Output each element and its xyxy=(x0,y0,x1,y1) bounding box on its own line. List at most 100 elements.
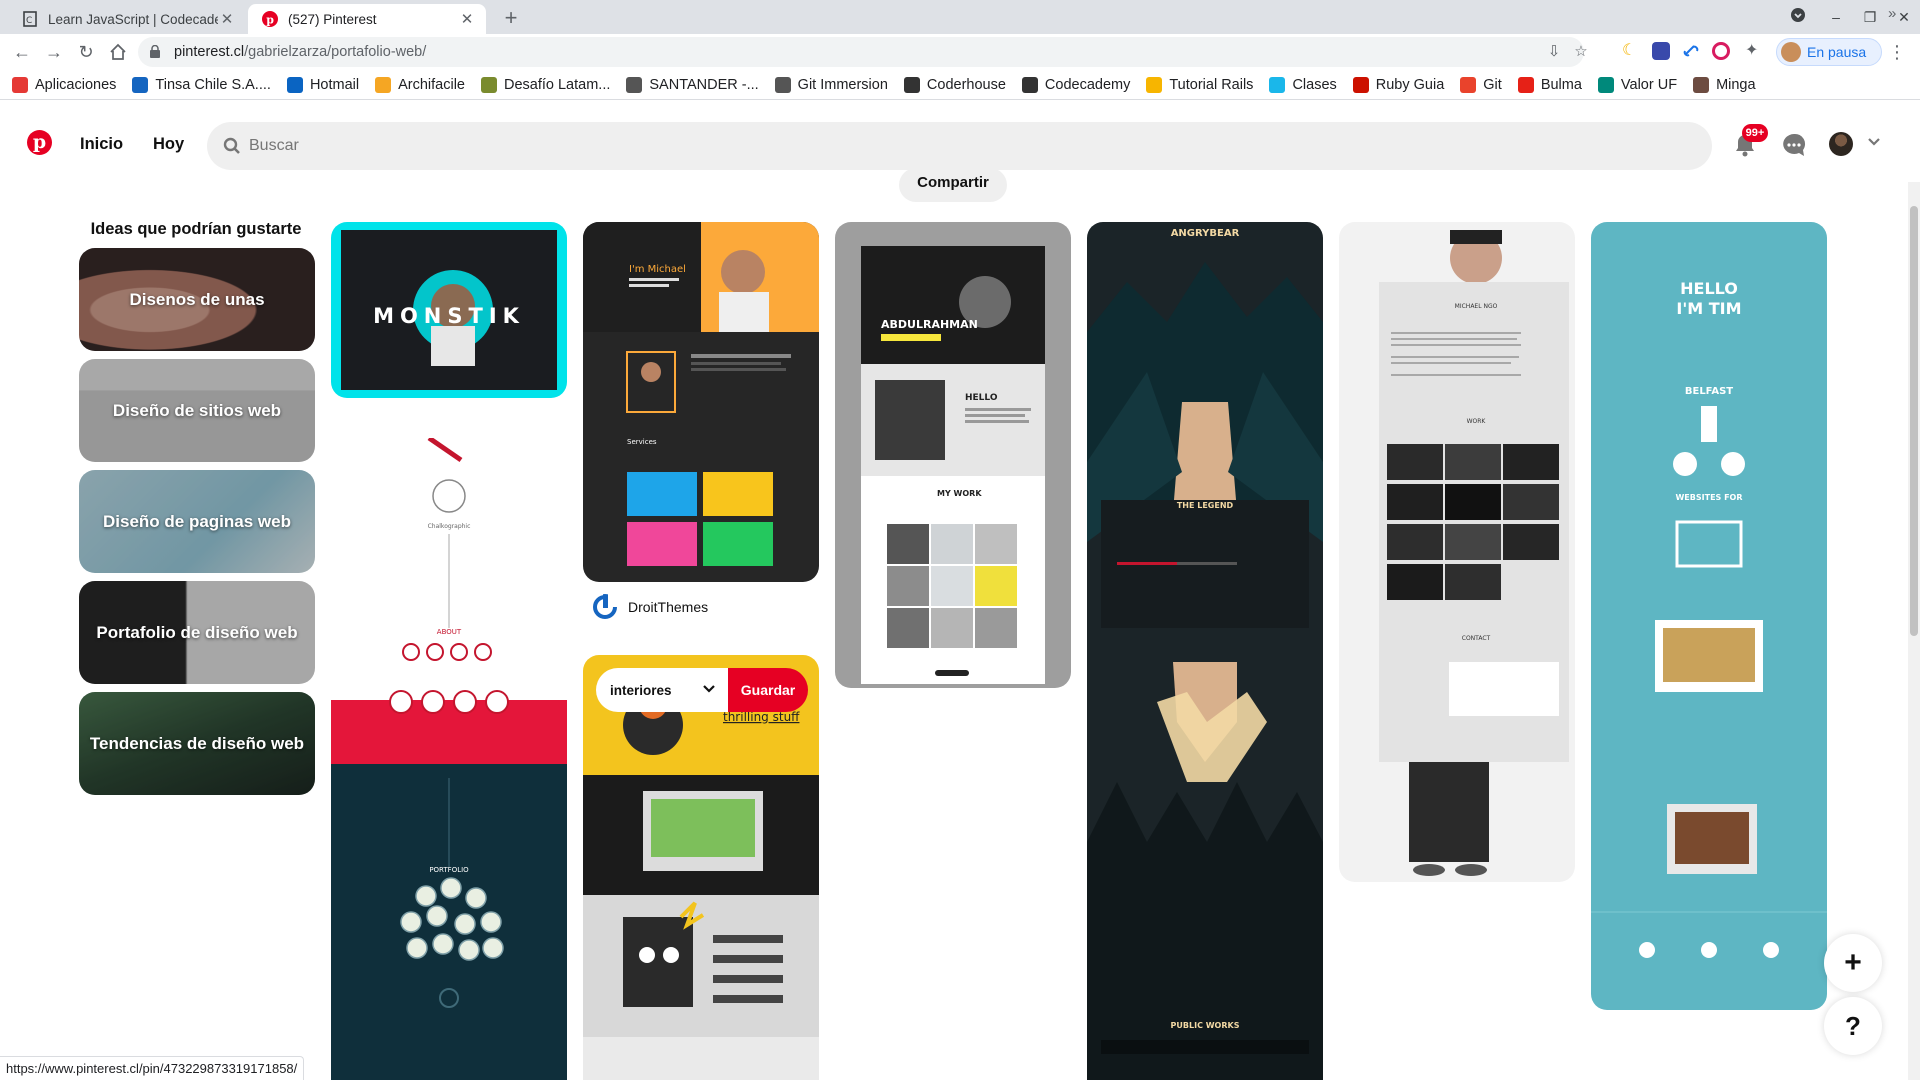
restore-icon[interactable]: ❐ xyxy=(1860,7,1880,27)
chevron-down-icon xyxy=(703,685,715,693)
messages-icon[interactable] xyxy=(1781,132,1807,158)
puzzle-extensions-icon[interactable]: ✦ xyxy=(1745,42,1763,60)
bookmark-item[interactable]: Archifacile xyxy=(375,76,465,93)
bookmark-item[interactable]: Aplicaciones xyxy=(12,76,117,93)
profile-avatar xyxy=(1781,42,1801,62)
pin-section-label: Services xyxy=(627,438,657,446)
more-bookmarks-icon[interactable]: » xyxy=(1888,5,1896,22)
pin-headline: MICHAEL NGO xyxy=(1455,303,1498,310)
url-host: pinterest.cl xyxy=(174,44,245,60)
reload-icon[interactable]: ↻ xyxy=(74,40,98,64)
pinterest-logo-icon[interactable]: p xyxy=(27,130,52,155)
tinsa-icon xyxy=(132,76,149,93)
pin-headline: I'm Michael xyxy=(629,264,686,275)
pin-headline: MONSTIK xyxy=(373,304,525,328)
idea-label: Disenos de unas xyxy=(79,248,315,351)
browser-menu-icon[interactable]: ⋮ xyxy=(1888,42,1906,62)
idea-card-portfolio[interactable]: Portafolio de diseño web xyxy=(79,581,315,684)
home-icon[interactable] xyxy=(106,40,130,64)
link-extension-icon[interactable] xyxy=(1682,42,1700,60)
bookmark-item[interactable]: Desafío Latam... xyxy=(480,76,611,93)
search-input[interactable]: Buscar xyxy=(207,122,1712,170)
share-button[interactable]: Compartir xyxy=(899,168,1007,202)
board-select[interactable]: interiores xyxy=(596,668,728,712)
browser-toolbar: ← → ↻ pinterest.cl/gabrielzarza/portafol… xyxy=(0,34,1920,70)
bookmark-item[interactable]: Git Immersion xyxy=(774,76,888,93)
profile-button[interactable]: En pausa xyxy=(1776,38,1882,66)
idea-card-web-sites[interactable]: Diseño de sitios web xyxy=(79,359,315,462)
ruby-icon xyxy=(1352,76,1369,93)
pin-thrilling-stuff[interactable]: thrilling stuff xyxy=(583,655,819,1080)
tab-codecademy[interactable]: C Learn JavaScript | Codecademy ✕ xyxy=(8,4,246,34)
bookmark-star-icon[interactable]: ☆ xyxy=(1572,43,1590,61)
install-app-icon[interactable]: ⇩ xyxy=(1545,43,1563,61)
save-pin-button[interactable]: Guardar xyxy=(728,668,808,712)
pin-section-label: CONTACT xyxy=(1462,635,1491,642)
bookmark-label: Tinsa Chile S.A.... xyxy=(155,76,271,93)
bookmark-label: SANTANDER -... xyxy=(649,76,759,93)
share-label: Compartir xyxy=(917,174,989,191)
chevron-down-icon[interactable] xyxy=(1866,134,1882,150)
bookmark-item[interactable]: SANTANDER -... xyxy=(626,76,759,93)
bookmark-label: Valor UF xyxy=(1620,76,1678,93)
back-icon[interactable]: ← xyxy=(10,40,34,64)
pin-creator[interactable]: DroitThemes xyxy=(592,594,708,620)
bookmark-item[interactable]: Minga xyxy=(1693,76,1756,93)
droitthemes-logo-icon xyxy=(592,594,618,620)
board-select-value: interiores xyxy=(610,682,672,698)
bookmark-item[interactable]: Tutorial Rails xyxy=(1146,76,1253,93)
bookmark-item[interactable]: Codecademy xyxy=(1021,76,1131,93)
close-tab-icon[interactable]: ✕ xyxy=(218,10,236,28)
profile-status: En pausa xyxy=(1807,44,1867,60)
outlook-icon xyxy=(286,76,303,93)
valoruf-icon xyxy=(1597,76,1614,93)
stack-extension-icon[interactable] xyxy=(1652,42,1670,60)
pin-angrybear[interactable]: ANGRYBEAR THE LEGEND PUBLIC WORKS xyxy=(1087,222,1323,1080)
pin-section-label: ABOUT xyxy=(437,628,462,636)
pin-michael-portfolio[interactable]: I'm Michael Services xyxy=(583,222,819,582)
create-pin-button[interactable]: + xyxy=(1824,934,1882,992)
bookmark-item[interactable]: Ruby Guia xyxy=(1352,76,1444,93)
bookmark-item[interactable]: Bulma xyxy=(1517,76,1582,93)
pin-image: MICHAEL NGO WORK CONTACT xyxy=(1379,230,1569,876)
user-avatar[interactable] xyxy=(1829,132,1853,156)
idea-card-nails[interactable]: Disenos de unas xyxy=(79,248,315,351)
pin-headline: ANGRYBEAR xyxy=(1171,228,1240,239)
record-extension-icon[interactable] xyxy=(1712,42,1730,60)
codecademy-icon: C xyxy=(22,11,38,27)
bookmark-label: Aplicaciones xyxy=(35,76,117,93)
nav-home[interactable]: Inicio xyxy=(80,124,123,164)
pin-michael-ngo[interactable]: MICHAEL NGO WORK CONTACT xyxy=(1339,222,1575,882)
minimize-icon[interactable]: – xyxy=(1826,7,1846,27)
url-path: /gabrielzarza/portafolio-web/ xyxy=(244,44,427,60)
page-scrollbar-thumb[interactable] xyxy=(1910,206,1918,636)
bookmark-item[interactable]: Valor UF xyxy=(1597,76,1678,93)
idea-card-trends[interactable]: Tendencias de diseño web xyxy=(79,692,315,795)
idea-card-web-pages[interactable]: Diseño de paginas web xyxy=(79,470,315,573)
bookmark-label: Codecademy xyxy=(1044,76,1131,93)
bookmark-label: Desafío Latam... xyxy=(503,76,611,93)
bookmark-item[interactable]: Tinsa Chile S.A.... xyxy=(132,76,271,93)
pin-image: Chalkographic ABOUT PORTFOLIO xyxy=(331,438,567,1080)
tab-pinterest[interactable]: p (527) Pinterest ✕ xyxy=(248,4,486,34)
nav-today[interactable]: Hoy xyxy=(153,124,184,164)
moon-extension-icon[interactable]: ☾ xyxy=(1622,42,1640,60)
new-tab-button[interactable]: + xyxy=(498,6,524,32)
pin-hello-im-tim[interactable]: HELLO I'M TIM BELFAST WEBSITES FOR xyxy=(1591,222,1827,1010)
bookmark-item[interactable]: Clases xyxy=(1269,76,1337,93)
bookmark-item[interactable]: Git xyxy=(1460,76,1502,93)
forward-icon[interactable]: → xyxy=(42,40,66,64)
address-bar[interactable]: pinterest.cl/gabrielzarza/portafolio-web… xyxy=(138,37,1588,67)
close-tab-icon[interactable]: ✕ xyxy=(458,10,476,28)
close-window-icon[interactable]: ✕ xyxy=(1894,7,1914,27)
help-button[interactable]: ? xyxy=(1824,997,1882,1055)
tab-search-icon[interactable] xyxy=(1788,7,1808,27)
minga-icon xyxy=(1693,76,1710,93)
pin-headline: HELLO xyxy=(1680,279,1738,298)
bookmark-item[interactable]: Hotmail xyxy=(286,76,359,93)
pin-monstik[interactable]: MONSTIK xyxy=(331,222,567,398)
bookmark-item[interactable]: Coderhouse xyxy=(903,76,1006,93)
pin-abdulrahman[interactable]: ABDULRAHMAN HELLO MY WORK xyxy=(835,222,1071,688)
pin-chalk-portfolio[interactable]: Chalkographic ABOUT PORTFOLIO xyxy=(331,438,567,1080)
idea-label: Portafolio de diseño web xyxy=(79,581,315,684)
